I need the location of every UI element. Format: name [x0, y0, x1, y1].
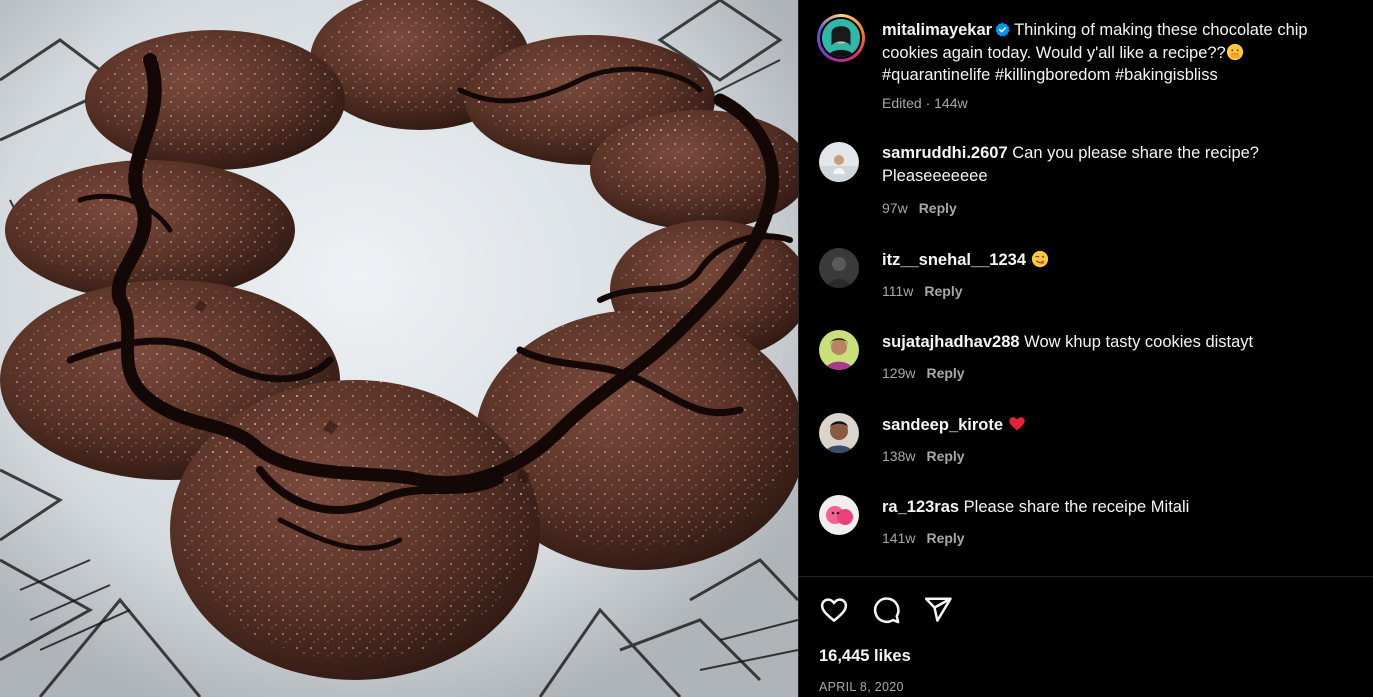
comment-username[interactable]: itz__snehal__1234	[882, 251, 1026, 269]
profile-avatar-icon	[819, 248, 859, 288]
yum-face-emoji-icon	[1031, 250, 1049, 268]
comment-body: sandeep_kirote	[882, 414, 1352, 437]
profile-avatar-icon	[819, 142, 859, 182]
red-heart-emoji-icon	[1008, 415, 1026, 433]
comment-text: Wow khup tasty cookies distayt	[1024, 333, 1254, 351]
profile-avatar-icon	[822, 19, 860, 57]
profile-avatar-icon	[819, 495, 859, 535]
profile-avatar-icon	[819, 413, 859, 453]
heart-icon[interactable]	[819, 595, 849, 625]
comment-username[interactable]: sandeep_kirote	[882, 416, 1003, 434]
comment-text: Please share the receipe Mitali	[963, 498, 1190, 516]
reply-button[interactable]: Reply	[926, 530, 964, 546]
comment-age: 138w	[882, 448, 916, 464]
comment-username[interactable]: ra_123ras	[882, 498, 959, 516]
comment-body: sujatajhadhav288 Wow khup tasty cookies …	[882, 331, 1352, 354]
share-icon[interactable]	[923, 595, 953, 625]
commenter-avatar[interactable]	[819, 330, 859, 370]
reply-button[interactable]: Reply	[926, 365, 964, 381]
author-avatar[interactable]	[817, 14, 865, 62]
section-divider	[799, 576, 1373, 577]
commenter-avatar[interactable]	[819, 142, 859, 182]
author-username[interactable]: mitalimayekar	[882, 21, 992, 39]
comment-body: ra_123ras Please share the receipe Mital…	[882, 496, 1352, 519]
reply-button[interactable]: Reply	[924, 283, 962, 299]
commenter-avatar[interactable]	[819, 248, 859, 288]
caption-meta: Edited · 144w	[882, 95, 968, 111]
comment-username[interactable]: samruddhi.2607	[882, 144, 1008, 162]
reply-button[interactable]: Reply	[926, 448, 964, 464]
comment-meta: 141w Reply	[882, 529, 965, 547]
comment-meta: 138w Reply	[882, 447, 965, 465]
comment-body: itz__snehal__1234	[882, 249, 1352, 272]
verified-badge-icon	[995, 22, 1010, 37]
comment-age: 97w	[882, 200, 908, 216]
comment-age: 111w	[882, 283, 914, 299]
hand-over-mouth-emoji-icon	[1226, 43, 1244, 61]
post-caption: mitalimayekar Thinking of making these ch…	[882, 19, 1352, 87]
likes-count[interactable]: 16,445 likes	[819, 647, 911, 666]
commenter-avatar[interactable]	[819, 413, 859, 453]
comment-meta: 129w Reply	[882, 364, 965, 382]
reply-button[interactable]: Reply	[919, 200, 957, 216]
comment-age: 141w	[882, 530, 916, 546]
post-actions	[819, 595, 953, 625]
cookies-photo	[0, 0, 798, 697]
comment-body: samruddhi.2607 Can you please share the …	[882, 142, 1352, 187]
comment-meta: 111w Reply	[882, 282, 963, 300]
comment-icon[interactable]	[871, 595, 901, 625]
caption-hashtags[interactable]: #quarantinelife #killingboredom #bakingi…	[882, 66, 1218, 84]
profile-avatar-icon	[819, 330, 859, 370]
post-date: APRIL 8, 2020	[819, 680, 904, 694]
commenter-avatar[interactable]	[819, 495, 859, 535]
comment-meta: 97w Reply	[882, 199, 957, 217]
post-image[interactable]	[0, 0, 798, 697]
comment-age: 129w	[882, 365, 916, 381]
comments-panel: mitalimayekar Thinking of making these ch…	[798, 0, 1373, 697]
comment-username[interactable]: sujatajhadhav288	[882, 333, 1020, 351]
